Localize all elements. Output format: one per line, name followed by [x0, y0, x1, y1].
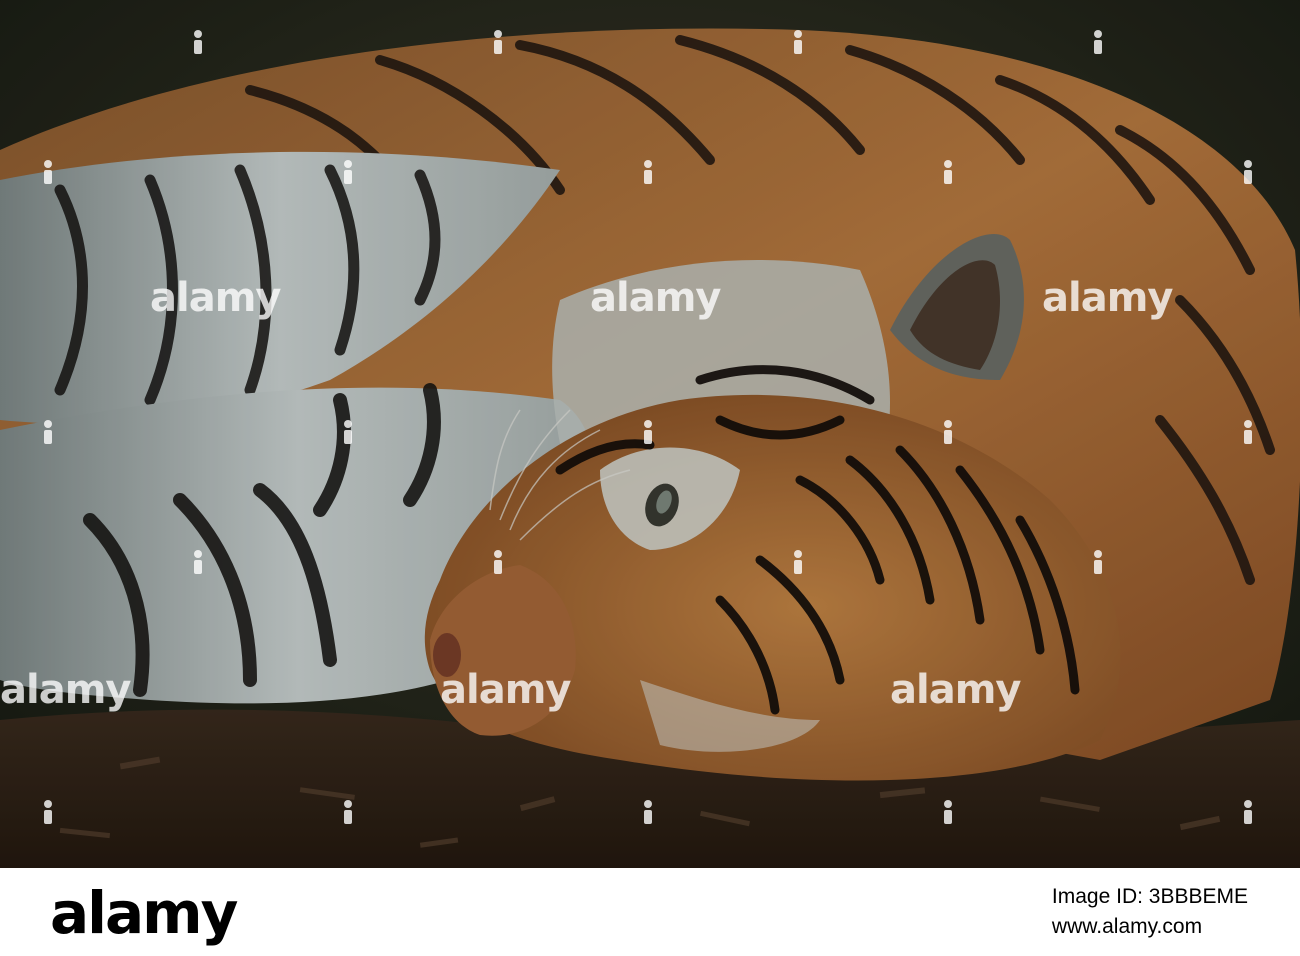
image-meta: Image ID: 3BBBEME www.alamy.com	[1052, 882, 1248, 942]
image-id: Image ID: 3BBBEME	[1051, 885, 1248, 908]
brand-logo[interactable]: alamy	[50, 881, 238, 946]
tiger-photo: alamy alamy alamy alamy alamy alamy	[0, 0, 1300, 868]
watermark-dots	[44, 30, 1252, 824]
footer-bar: alamy Image ID: 3BBBEME www.alamy.com	[0, 868, 1300, 956]
site-url[interactable]: www.alamy.com	[1052, 912, 1248, 942]
